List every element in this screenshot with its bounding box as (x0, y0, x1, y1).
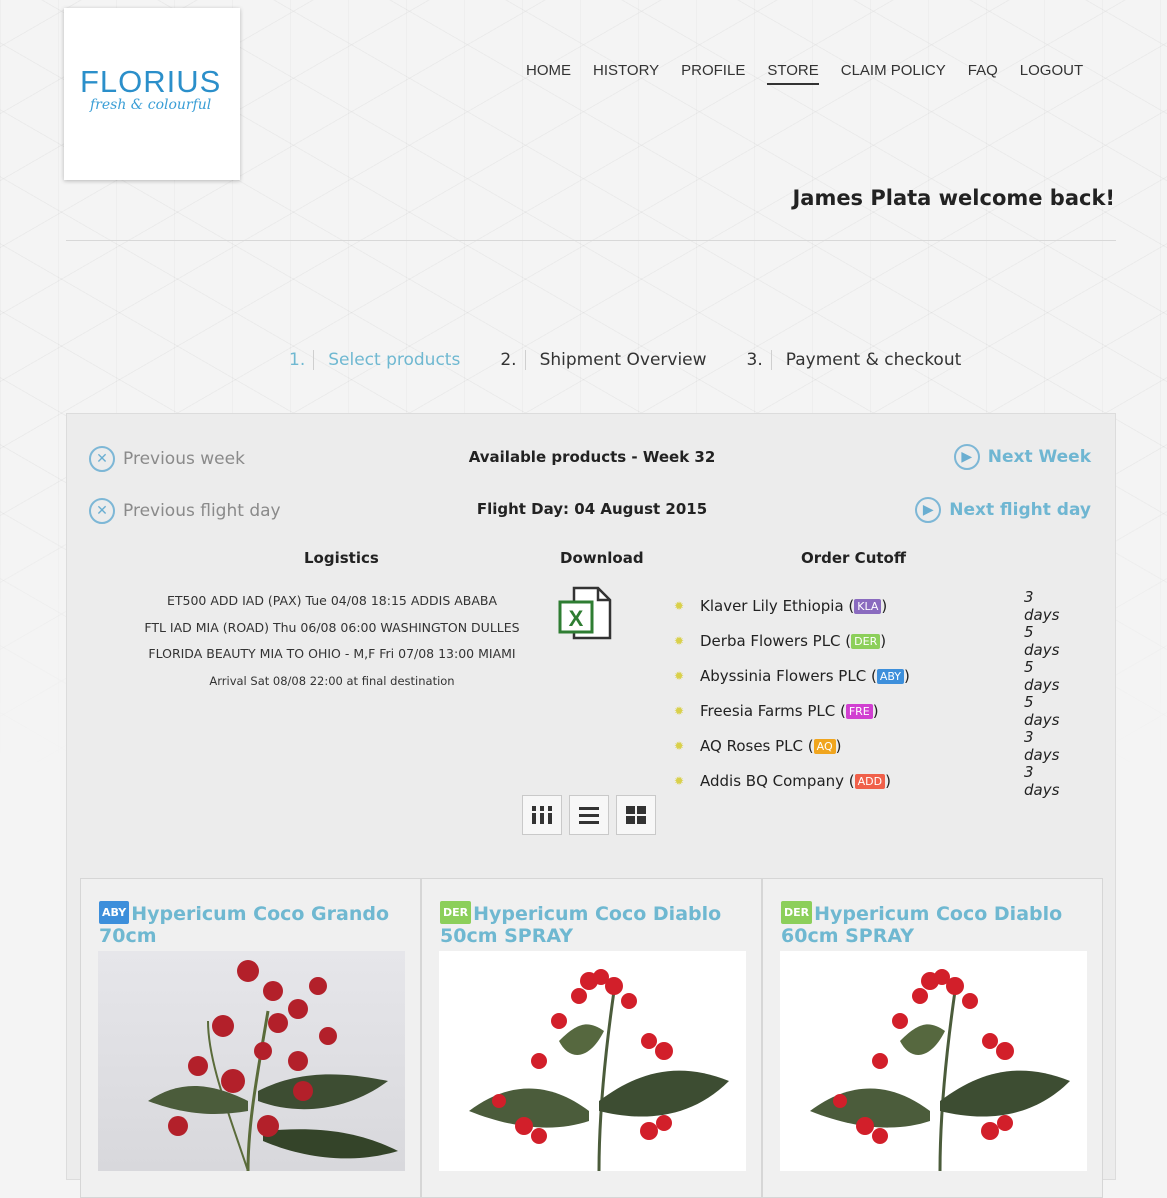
download-heading: Download (560, 549, 644, 567)
star-bullet-icon: ✹ (674, 598, 685, 613)
next-flight-day-label: Next flight day (949, 500, 1091, 520)
step-number: 1. (289, 350, 315, 370)
supplier-code-badge: ABY (99, 901, 130, 924)
logo-name: FLORIUS (80, 64, 222, 99)
view-toggle-group (522, 795, 663, 835)
product-image[interactable] (780, 951, 1087, 1171)
list-view-icon (579, 807, 599, 824)
nav-profile[interactable]: PROFILE (681, 62, 745, 85)
nav-home[interactable]: HOME (526, 62, 571, 85)
product-title[interactable]: DER Hypericum Coco Diablo 60cm SPRAY (781, 901, 1090, 947)
cutoff-days: 3 days (1024, 762, 1060, 799)
step-label: Select products (328, 350, 461, 370)
next-week-link[interactable]: ▶ Next Week (953, 444, 1091, 470)
logo[interactable]: FLORIUS fresh & colourful (64, 8, 240, 180)
supplier-code-badge: ABY (876, 668, 905, 684)
logistics-heading: Logistics (304, 549, 379, 567)
product-name: Hypericum Coco Diablo 50cm SPRAY (440, 903, 722, 947)
supplier-code-badge: DER (440, 901, 472, 924)
supplier-name: Abyssinia Flowers PLC ( (700, 666, 877, 685)
supplier-code-badge: AQ (813, 738, 836, 754)
cutoff-days: 5 days (1024, 692, 1060, 729)
star-bullet-icon: ✹ (674, 633, 685, 648)
cutoff-days: 5 days (1024, 622, 1060, 659)
order-cutoff-list: ✹ Klaver Lily Ethiopia (KLA) 3 days ✹ De… (674, 587, 1064, 799)
cutoff-days: 5 days (1024, 657, 1060, 694)
star-bullet-icon: ✹ (674, 773, 685, 788)
cutoff-row: ✹ Klaver Lily Ethiopia (KLA) 3 days (674, 587, 1064, 624)
next-week-label: Next Week (987, 447, 1091, 467)
product-card[interactable]: ABY Hypericum Coco Grando 70cm (80, 878, 421, 1198)
star-bullet-icon: ✹ (674, 703, 685, 718)
step-shipment-overview[interactable]: 2. Shipment Overview (500, 350, 707, 370)
product-name: Hypericum Coco Diablo 60cm SPRAY (781, 903, 1063, 947)
supplier-code-badge: FRE (845, 703, 873, 719)
step-label: Payment & checkout (785, 350, 962, 370)
supplier-name: AQ Roses PLC ( (700, 736, 814, 755)
step-select-products[interactable]: 1. Select products (289, 350, 460, 370)
header-divider (66, 240, 1116, 241)
columns-view-button[interactable] (522, 795, 562, 835)
columns-view-icon (532, 806, 552, 824)
nav-claim-policy[interactable]: CLAIM POLICY (841, 62, 946, 85)
step-number: 2. (500, 350, 526, 370)
supplier-code-badge: DER (851, 633, 881, 649)
cutoff-row: ✹ Freesia Farms PLC (FRE) 5 days (674, 692, 1064, 729)
product-name: Hypericum Coco Grando 70cm (99, 903, 390, 947)
excel-icon[interactable]: X (558, 584, 618, 648)
order-cutoff-heading: Order Cutoff (801, 549, 906, 567)
supplier-code-badge: KLA (854, 598, 882, 614)
supplier-name: Addis BQ Company ( (700, 771, 855, 790)
main-nav: HOME HISTORY PROFILE STORE CLAIM POLICY … (526, 62, 1105, 85)
cutoff-row: ✹ Addis BQ Company (ADD) 3 days (674, 762, 1064, 799)
welcome-message: James Plata welcome back! (792, 186, 1115, 210)
grid-view-icon (626, 806, 646, 824)
star-bullet-icon: ✹ (674, 668, 685, 683)
cutoff-days: 3 days (1024, 587, 1060, 624)
circle-play-icon: ▶ (915, 497, 942, 523)
product-title[interactable]: ABY Hypericum Coco Grando 70cm (99, 901, 408, 947)
logistics-line: Arrival Sat 08/08 22:00 at final destina… (209, 673, 455, 688)
product-card[interactable]: DER Hypericum Coco Diablo 60cm SPRAY (762, 878, 1103, 1198)
nav-store[interactable]: STORE (767, 62, 819, 85)
star-bullet-icon: ✹ (674, 738, 685, 753)
next-flight-day-link[interactable]: ▶ Next flight day (915, 497, 1091, 523)
cutoff-days: 3 days (1024, 727, 1060, 764)
logistics-list: ET500 ADD IAD (PAX) Tue 04/08 18:15 ADDI… (122, 588, 542, 694)
cutoff-row: ✹ AQ Roses PLC (AQ) 3 days (674, 727, 1064, 764)
cutoff-row: ✹ Derba Flowers PLC (DER) 5 days (674, 622, 1064, 659)
supplier-name: Klaver Lily Ethiopia ( (700, 596, 855, 615)
product-card[interactable]: DER Hypericum Coco Diablo 50cm SPRAY (421, 878, 762, 1198)
product-grid: ABY Hypericum Coco Grando 70cm DER Hyper… (80, 878, 1104, 1198)
svg-text:X: X (569, 606, 584, 631)
nav-faq[interactable]: FAQ (968, 62, 998, 85)
logistics-line: ET500 ADD IAD (PAX) Tue 04/08 18:15 ADDI… (166, 593, 498, 608)
step-number: 3. (747, 350, 772, 370)
list-view-button[interactable] (569, 795, 609, 835)
supplier-name: Derba Flowers PLC ( (700, 631, 852, 650)
logistics-line: FLORIDA BEAUTY MIA TO OHIO - M,F Fri 07/… (148, 646, 516, 661)
supplier-name: Freesia Farms PLC ( (700, 701, 846, 720)
step-payment-checkout[interactable]: 3. Payment & checkout (747, 350, 962, 370)
product-title[interactable]: DER Hypericum Coco Diablo 50cm SPRAY (440, 901, 749, 947)
nav-history[interactable]: HISTORY (593, 62, 659, 85)
product-image[interactable] (98, 951, 405, 1171)
circle-play-icon: ▶ (953, 444, 980, 470)
product-image[interactable] (439, 951, 746, 1171)
logistics-line: FTL IAD MIA (ROAD) Thu 06/08 06:00 WASHI… (144, 619, 520, 635)
supplier-code-badge: ADD (854, 773, 886, 789)
supplier-code-badge: DER (781, 901, 813, 924)
nav-logout[interactable]: LOGOUT (1020, 62, 1083, 85)
step-label: Shipment Overview (539, 350, 707, 370)
logo-tagline: fresh & colourful (90, 97, 212, 113)
cutoff-row: ✹ Abyssinia Flowers PLC (ABY) 5 days (674, 657, 1064, 694)
products-panel: ✕ Previous week ✕ Previous flight day Av… (66, 413, 1116, 1198)
grid-view-button[interactable] (616, 795, 656, 835)
checkout-steps: 1. Select products 2. Shipment Overview … (289, 350, 1001, 370)
